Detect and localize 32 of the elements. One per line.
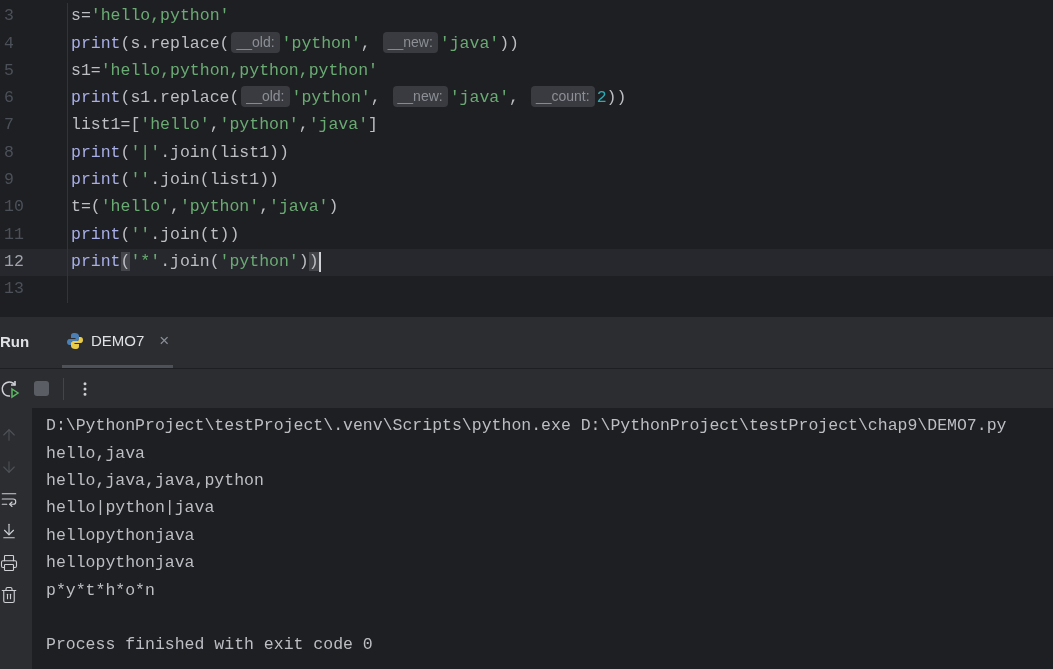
code-line: t=('hello','python','java') (71, 196, 339, 219)
parameter-hint: __old: (231, 31, 280, 53)
code-line: print(''.join(list1)) (71, 169, 279, 192)
code-line: list1=['hello','python','java'] (71, 114, 378, 137)
print-icon[interactable] (0, 554, 18, 572)
console-output-line: p*y*t*h*o*n (46, 579, 155, 602)
console-output-line: hellopythonjava (46, 524, 195, 547)
code-line: print(''.join(t)) (71, 223, 240, 246)
code-line: print(s.replace( __old: 'python', __new: 'java')) (71, 31, 519, 55)
rerun-icon[interactable] (0, 378, 20, 399)
close-button[interactable]: × (159, 328, 170, 354)
code-line: print('|'.join(list1)) (71, 141, 289, 164)
exit-message: Process finished with exit code 0 (46, 634, 373, 657)
parameter-hint: __count: (530, 86, 595, 108)
trash-icon[interactable] (0, 586, 18, 604)
code-line: s1='hello,python,python,python' (71, 59, 378, 82)
parameter-hint: __new: (382, 31, 438, 53)
soft-wrap-icon[interactable] (0, 490, 18, 508)
console-output-line: hello,java (46, 442, 146, 465)
console-output-line: D:\PythonProject\testProject\.venv\Scripts\python.exe D:\PythonProject\testProject\chap9\DEMO7.py (46, 415, 1007, 438)
scroll-to-end-icon[interactable] (0, 522, 18, 540)
console-output-line: hellopythonjava (46, 552, 195, 575)
line-number: 12 (3, 250, 25, 273)
console-output-line: hello,java,java,python (46, 470, 264, 493)
parameter-hint: __new: (392, 86, 448, 108)
code-line: print(s1.replace( __old: 'python', __new: 'java', __count: 2)) (71, 86, 627, 110)
console-output-line: hello|python|java (46, 497, 215, 520)
code-line: print('*'.join('python')) (71, 250, 319, 273)
python-logo-icon (66, 332, 84, 350)
panel-title: Run (0, 332, 31, 353)
parameter-hint: __old: (241, 86, 290, 108)
code-line: s='hello,python' (71, 5, 230, 28)
